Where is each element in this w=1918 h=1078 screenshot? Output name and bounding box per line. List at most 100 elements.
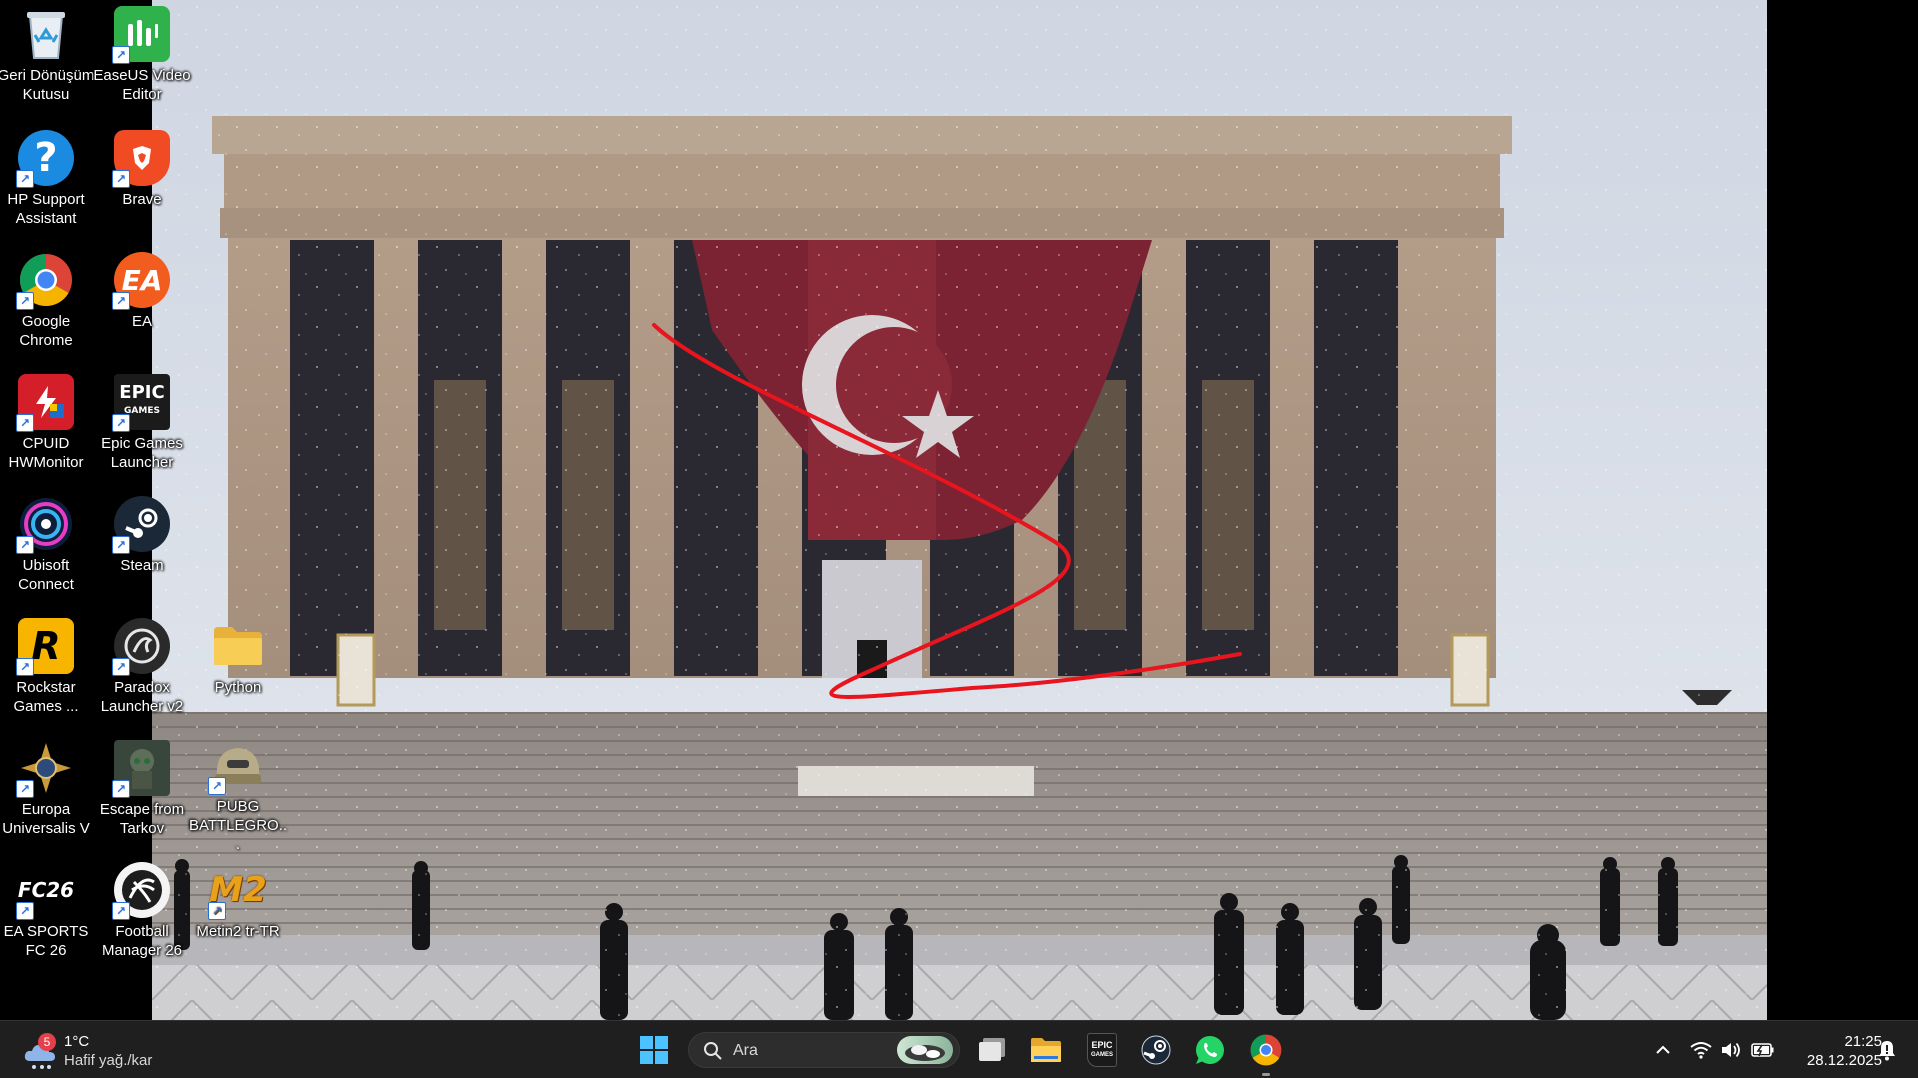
clock-date: 28.12.2025 <box>1806 1052 1882 1069</box>
desktop-icon-label: Brave <box>122 191 162 208</box>
taskbar-search-box[interactable] <box>688 1032 960 1068</box>
shortcut-arrow-icon: ↗ <box>112 658 130 676</box>
battery-button[interactable] <box>1750 1037 1776 1063</box>
shortcut-arrow-icon: ↗ <box>16 902 34 920</box>
shortcut-arrow-icon: ↗ <box>112 292 130 310</box>
shortcut-arrow-icon: ↗ <box>16 536 34 554</box>
football-manager-icon: ↗ <box>112 862 170 920</box>
desktop-icon-label: Rockstar Games ... <box>13 679 79 715</box>
weather-condition: Hafif yağ./kar <box>64 1052 153 1069</box>
taskbar-epic-games[interactable]: EPIC GAMES <box>1082 1030 1122 1070</box>
desktop-icon-ubisoft-connect[interactable]: ↗ Ubisoft Connect <box>0 490 94 610</box>
shortcut-arrow-icon: ↗ <box>16 658 34 676</box>
desktop-icon-epic-games-launcher[interactable]: EPIC GAMES ↗ Epic Games Launcher <box>94 368 190 488</box>
start-button[interactable] <box>634 1030 674 1070</box>
desktop-icon-football-manager[interactable]: ↗ Football Manager 26 <box>94 856 190 976</box>
windows-start-icon <box>640 1036 668 1064</box>
desktop-icon-label: Ubisoft Connect <box>18 557 74 593</box>
shortcut-arrow-icon: ↗ <box>16 170 34 188</box>
desktop-icon-ea[interactable]: EA ↗ EA <box>94 246 190 366</box>
shortcut-arrow-icon: ↗ <box>112 170 130 188</box>
chevron-up-icon <box>1656 1045 1670 1054</box>
desktop-icon-label: Python <box>214 679 262 696</box>
cpuid-hwmonitor-icon: ↗ <box>16 374 74 432</box>
shortcut-arrow-icon: ↗ <box>16 292 34 310</box>
desktop-icon-label: Europa Universalis V <box>2 801 90 837</box>
shortcut-arrow-icon: ↗ <box>112 780 130 798</box>
search-icon <box>704 1042 722 1060</box>
paradox-launcher-icon: ↗ <box>112 618 170 676</box>
taskbar-steam[interactable] <box>1136 1030 1176 1070</box>
clock-time: 21:25 <box>1844 1033 1882 1050</box>
desktop-icon-label: Google Chrome <box>19 313 73 349</box>
desktop-icon-label: Geri Dönüşüm Kutusu <box>0 67 95 103</box>
file-explorer-icon <box>1031 1038 1061 1062</box>
desktop-icon-brave[interactable]: ↗ Brave <box>94 124 190 244</box>
desktop-icon-paradox-launcher[interactable]: ↗ Paradox Launcher v2 <box>94 612 190 732</box>
ea-sports-fc-icon: FC26 ↗ <box>16 878 75 920</box>
desktop-icon-cpuid-hwmonitor[interactable]: ↗ CPUID HWMonitor <box>0 368 94 488</box>
desktop-icon-label: Football Manager 26 <box>101 923 183 959</box>
metin2-icon: M2 ↗ <box>208 870 267 920</box>
folder-icon <box>210 618 266 674</box>
taskbar-google-chrome[interactable] <box>1246 1030 1286 1076</box>
ea-icon: EA ↗ <box>112 252 170 310</box>
desktop-icon-label: Escape from Tarkov <box>99 801 185 837</box>
desktop-icon-label: Epic Games Launcher <box>101 435 183 471</box>
recycle-bin-icon <box>18 6 74 62</box>
weather-widget[interactable]: 5 1°C Hafif yağ./kar <box>22 1027 172 1073</box>
desktop-icon-label: PUBG BATTLEGRO... <box>188 798 288 853</box>
google-chrome-icon: ↗ <box>16 252 74 310</box>
network-button[interactable] <box>1688 1037 1714 1063</box>
steam-icon <box>1141 1035 1171 1065</box>
desktop-icon-google-chrome[interactable]: ↗ Google Chrome <box>0 246 94 366</box>
steam-icon: ↗ <box>112 496 170 554</box>
volume-button[interactable] <box>1718 1037 1744 1063</box>
shortcut-arrow-icon: ↗ <box>112 414 130 432</box>
search-highlight-image <box>897 1036 953 1064</box>
desktop-icon-label: EA <box>131 313 152 330</box>
taskbar-clock[interactable]: 21:25 28.12.2025 <box>1786 1032 1882 1070</box>
easeus-video-editor-icon: ↗ <box>112 6 170 64</box>
notification-bell-icon <box>1879 1041 1895 1061</box>
search-input[interactable] <box>731 1039 885 1063</box>
shortcut-arrow-icon: ↗ <box>112 902 130 920</box>
epic-games-icon: EPIC GAMES <box>1087 1033 1117 1067</box>
desktop-icon-metin2[interactable]: M2 ↗ Metin2 tr-TR <box>190 856 286 976</box>
desktop-icon-label: HP Support Assistant <box>7 191 85 227</box>
shortcut-arrow-icon: ↗ <box>208 902 226 920</box>
desktop-icon-python-folder[interactable]: Python <box>190 612 286 732</box>
desktop-icon-hp-support-assistant[interactable]: ? ↗ HP Support Assistant <box>0 124 94 244</box>
show-hidden-icons-button[interactable] <box>1650 1037 1676 1063</box>
taskbar-whatsapp[interactable] <box>1190 1030 1230 1070</box>
task-view-button[interactable] <box>972 1030 1012 1070</box>
taskbar-file-explorer[interactable] <box>1026 1030 1066 1070</box>
desktop-icon-label: EaseUS Video Editor <box>93 67 191 103</box>
desktop: Geri Dönüşüm Kutusu ↗ EaseUS Video Edito… <box>0 0 1918 1020</box>
volume-icon <box>1722 1042 1740 1058</box>
desktop-wallpaper <box>152 0 1767 1020</box>
shortcut-arrow-icon: ↗ <box>112 46 130 64</box>
desktop-icon-ea-sports-fc[interactable]: FC26 ↗ EA SPORTS FC 26 <box>0 856 94 976</box>
task-view-icon <box>979 1038 1005 1061</box>
desktop-icon-easeus-video-editor[interactable]: ↗ EaseUS Video Editor <box>93 0 191 120</box>
battery-charging-icon <box>1751 1043 1774 1057</box>
shortcut-arrow-icon: ↗ <box>16 780 34 798</box>
desktop-icon-pubg[interactable]: ↗ PUBG BATTLEGRO... <box>188 734 288 854</box>
hp-support-assistant-icon: ? ↗ <box>16 130 74 188</box>
ubisoft-connect-icon: ↗ <box>16 496 74 554</box>
desktop-icon-rockstar-games[interactable]: R ↗ Rockstar Games ... <box>0 612 94 732</box>
shortcut-arrow-icon: ↗ <box>16 414 34 432</box>
notifications-button[interactable] <box>1874 1037 1900 1063</box>
brave-icon: ↗ <box>112 130 170 188</box>
rockstar-games-icon: R ↗ <box>16 618 74 676</box>
desktop-icon-label: EA SPORTS FC 26 <box>3 923 89 959</box>
desktop-icon-europa-universalis[interactable]: ↗ Europa Universalis V <box>0 734 94 854</box>
weather-alert-badge: 5 <box>38 1033 56 1051</box>
desktop-icon-label: Metin2 tr-TR <box>196 923 280 940</box>
desktop-icon-escape-from-tarkov[interactable]: ↗ Escape from Tarkov <box>94 734 190 854</box>
desktop-icon-recycle-bin[interactable]: Geri Dönüşüm Kutusu <box>0 0 94 120</box>
desktop-icon-steam[interactable]: ↗ Steam <box>94 490 190 610</box>
escape-from-tarkov-icon: ↗ <box>112 740 170 798</box>
mausoleum-wallpaper-image <box>152 0 1767 1020</box>
